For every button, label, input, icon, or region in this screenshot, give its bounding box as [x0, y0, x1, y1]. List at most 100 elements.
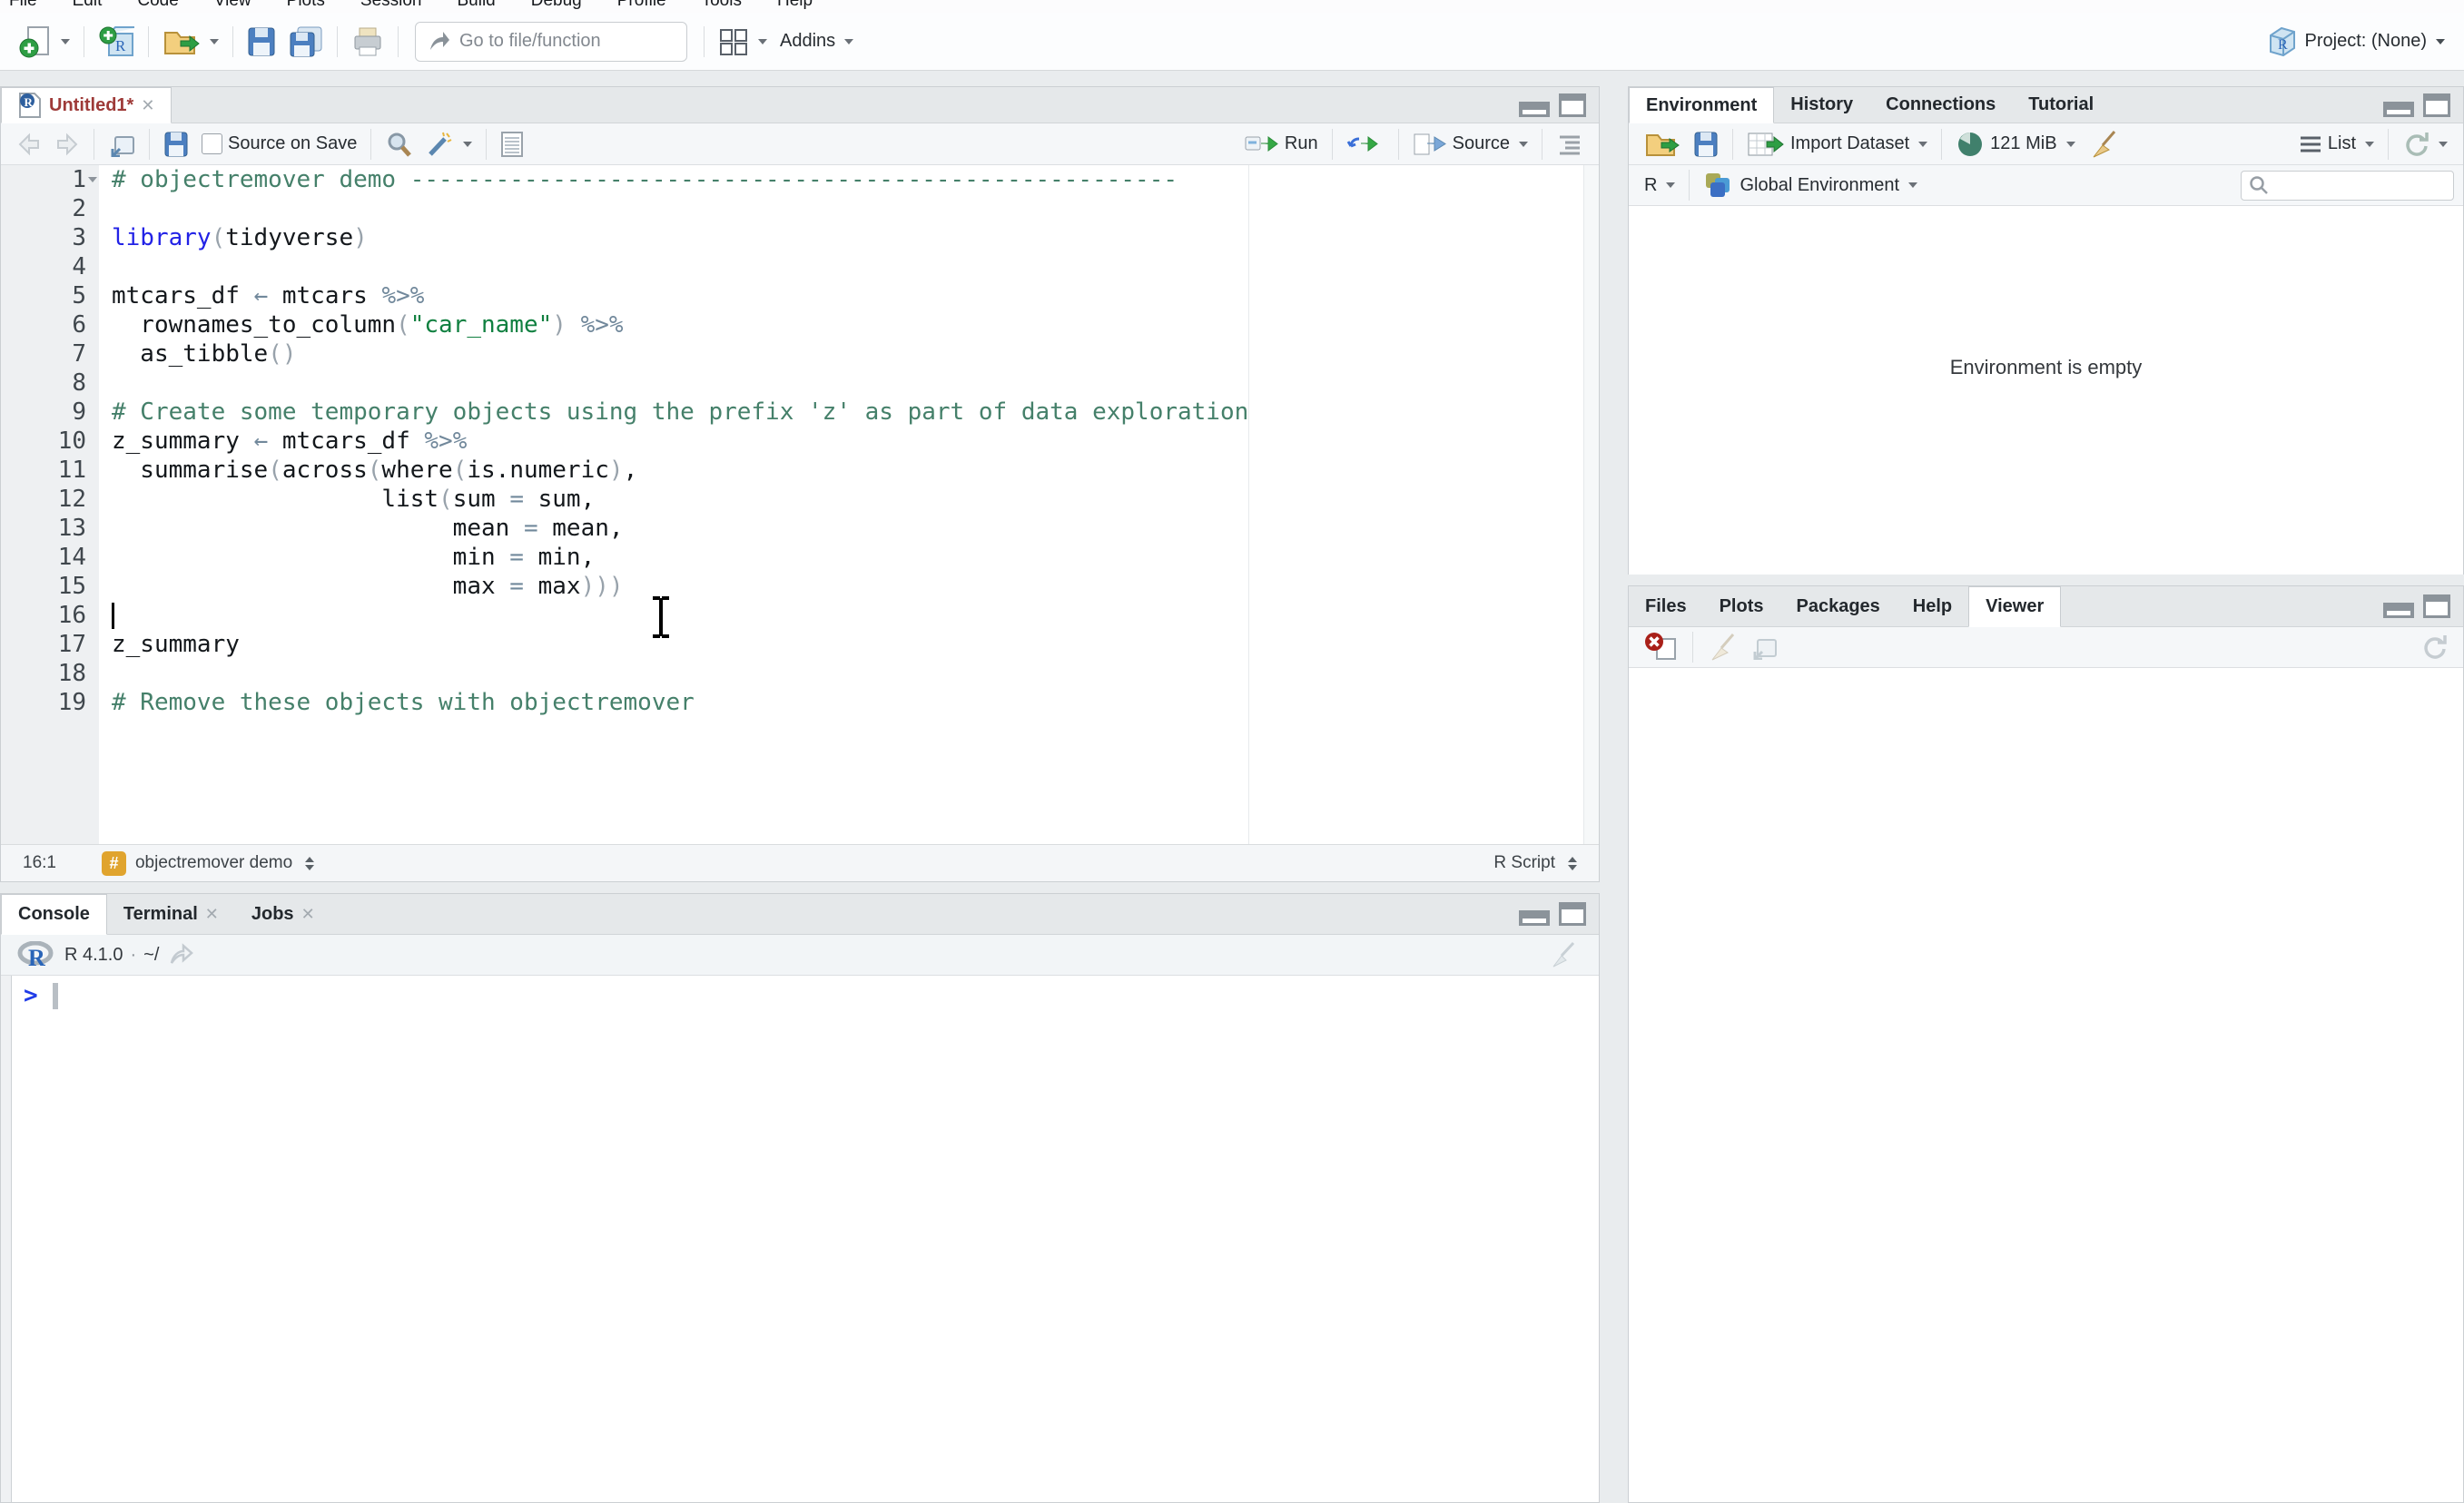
viewer-popout-icon[interactable]: [1744, 631, 1784, 663]
maximize-console-icon[interactable]: [1559, 902, 1586, 926]
save-workspace-icon[interactable]: [1687, 127, 1725, 162]
display-mode-button[interactable]: List: [2292, 130, 2380, 158]
open-directory-icon[interactable]: [168, 943, 195, 967]
tab-close-icon[interactable]: ✕: [205, 905, 219, 924]
nav-forward-icon[interactable]: [48, 129, 86, 160]
memory-usage-button[interactable]: 121 MiB: [1949, 126, 2081, 162]
menu-tools[interactable]: Tools: [702, 0, 777, 13]
editor-line-3[interactable]: 3 library(tidyverse): [1, 223, 1599, 252]
run-button[interactable]: Run: [1238, 130, 1325, 159]
environment-search-input[interactable]: [2274, 175, 2438, 195]
tab-close-icon[interactable]: ✕: [301, 905, 315, 924]
environment-scope-selector[interactable]: Global Environment: [1697, 167, 1924, 203]
minimize-files-icon[interactable]: [2383, 603, 2414, 618]
tab-untitled1[interactable]: R Untitled1* ✕: [1, 87, 172, 123]
language-selector[interactable]: R: [1638, 172, 1681, 200]
print-button[interactable]: [345, 22, 390, 62]
import-dataset-button[interactable]: Import Dataset: [1740, 126, 1934, 162]
minimize-environment-icon[interactable]: [2383, 101, 2414, 117]
editor-line-12[interactable]: 12 list(sum = sum,: [1, 485, 1599, 514]
menu-code[interactable]: Code: [137, 0, 213, 13]
clear-console-broom-icon[interactable]: [1546, 939, 1577, 970]
addins-button[interactable]: Addins: [774, 27, 860, 55]
env-tab-history[interactable]: History: [1774, 87, 1869, 123]
project-menu-button[interactable]: R Project: (None): [2257, 21, 2452, 63]
files-tab-files[interactable]: Files: [1629, 586, 1703, 626]
tab-close-icon[interactable]: ✕: [141, 96, 154, 115]
editor-line-13[interactable]: 13 mean = mean,: [1, 514, 1599, 543]
editor-line-5[interactable]: 5 mtcars_df ← mtcars %>%: [1, 281, 1599, 310]
menu-build[interactable]: Build: [458, 0, 531, 13]
open-file-button[interactable]: [156, 22, 225, 62]
code-editor[interactable]: 1 # objectremover demo ------------------…: [1, 165, 1599, 845]
menu-plots[interactable]: Plots: [287, 0, 360, 13]
new-project-button[interactable]: R: [92, 21, 141, 63]
files-tab-packages[interactable]: Packages: [1779, 586, 1896, 626]
editor-line-4[interactable]: 4: [1, 252, 1599, 281]
editor-line-7[interactable]: 7 as_tibble(): [1, 339, 1599, 368]
console-tab-terminal[interactable]: Terminal ✕: [107, 894, 235, 934]
editor-scrollbar[interactable]: [1583, 165, 1599, 845]
editor-line-10[interactable]: 10 z_summary ← mtcars_df %>%: [1, 427, 1599, 456]
new-file-button[interactable]: [13, 21, 76, 63]
env-tab-tutorial[interactable]: Tutorial: [2012, 87, 2110, 123]
editor-line-16[interactable]: 16: [1, 601, 1599, 630]
goto-file-function-input[interactable]: [459, 31, 659, 52]
clean-viewer-broom-icon[interactable]: [1700, 627, 1744, 667]
console-content[interactable]: >: [1, 976, 1599, 1502]
editor-line-15[interactable]: 15 max = max))): [1, 572, 1599, 601]
pane-layout-button[interactable]: [712, 24, 774, 60]
console-tab-jobs[interactable]: Jobs ✕: [235, 894, 331, 934]
clear-objects-broom-icon[interactable]: [2082, 124, 2125, 164]
environment-search-box[interactable]: [2241, 170, 2454, 201]
goto-file-function-box[interactable]: [415, 21, 687, 62]
source-on-save-checkbox[interactable]: Source on Save: [195, 130, 363, 158]
save-all-button[interactable]: [282, 22, 330, 62]
editor-line-1[interactable]: 1 # objectremover demo ------------------…: [1, 165, 1599, 194]
editor-line-9[interactable]: 9 # Create some temporary objects using t…: [1, 398, 1599, 427]
rerun-button[interactable]: [1340, 130, 1391, 159]
files-tab-help[interactable]: Help: [1897, 586, 1968, 626]
fold-arrow-icon[interactable]: [86, 165, 99, 194]
menu-help[interactable]: Help: [777, 0, 848, 13]
checkbox-icon[interactable]: [202, 133, 222, 154]
find-replace-icon[interactable]: [379, 127, 419, 162]
editor-line-2[interactable]: 2: [1, 194, 1599, 223]
minimize-source-icon[interactable]: [1519, 101, 1550, 117]
editor-line-14[interactable]: 14 min = min,: [1, 543, 1599, 572]
minimize-console-icon[interactable]: [1519, 910, 1550, 926]
env-tab-connections[interactable]: Connections: [1869, 87, 2012, 123]
menu-debug[interactable]: Debug: [531, 0, 617, 13]
file-type-selector[interactable]: R Script: [1493, 853, 1577, 873]
console-tab-console[interactable]: Console: [1, 894, 107, 935]
menu-edit[interactable]: Edit: [73, 0, 138, 13]
clear-viewer-button[interactable]: [1638, 628, 1685, 666]
menu-view[interactable]: View: [214, 0, 287, 13]
save-button[interactable]: [241, 23, 282, 61]
editor-line-19[interactable]: 19 # Remove these objects with objectremo…: [1, 688, 1599, 717]
save-source-icon[interactable]: [157, 127, 195, 162]
nav-back-icon[interactable]: [10, 129, 48, 160]
menu-file[interactable]: File: [9, 0, 73, 13]
menu-session[interactable]: Session: [360, 0, 458, 13]
working-directory-label[interactable]: ~/: [143, 945, 159, 966]
section-selector[interactable]: objectremover demo: [135, 853, 315, 873]
maximize-source-icon[interactable]: [1559, 93, 1586, 117]
compile-report-icon[interactable]: [494, 127, 530, 162]
document-outline-icon[interactable]: [1550, 130, 1590, 159]
files-tab-viewer[interactable]: Viewer: [1968, 586, 2062, 627]
editor-line-17[interactable]: 17 z_summary: [1, 630, 1599, 659]
editor-line-8[interactable]: 8: [1, 368, 1599, 398]
env-tab-environment[interactable]: Environment: [1629, 87, 1775, 123]
popout-window-icon[interactable]: [102, 128, 142, 161]
maximize-environment-icon[interactable]: [2423, 93, 2450, 117]
code-tools-wand-icon[interactable]: [419, 127, 478, 162]
editor-line-11[interactable]: 11 summarise(across(where(is.numeric),: [1, 456, 1599, 485]
files-tab-plots[interactable]: Plots: [1703, 586, 1780, 626]
load-workspace-icon[interactable]: [1638, 125, 1687, 163]
refresh-viewer-icon[interactable]: [2414, 630, 2454, 664]
editor-line-6[interactable]: 6 rownames_to_column("car_name") %>%: [1, 310, 1599, 339]
editor-line-18[interactable]: 18: [1, 659, 1599, 688]
maximize-files-icon[interactable]: [2423, 594, 2450, 618]
menu-profile[interactable]: Profile: [617, 0, 702, 13]
